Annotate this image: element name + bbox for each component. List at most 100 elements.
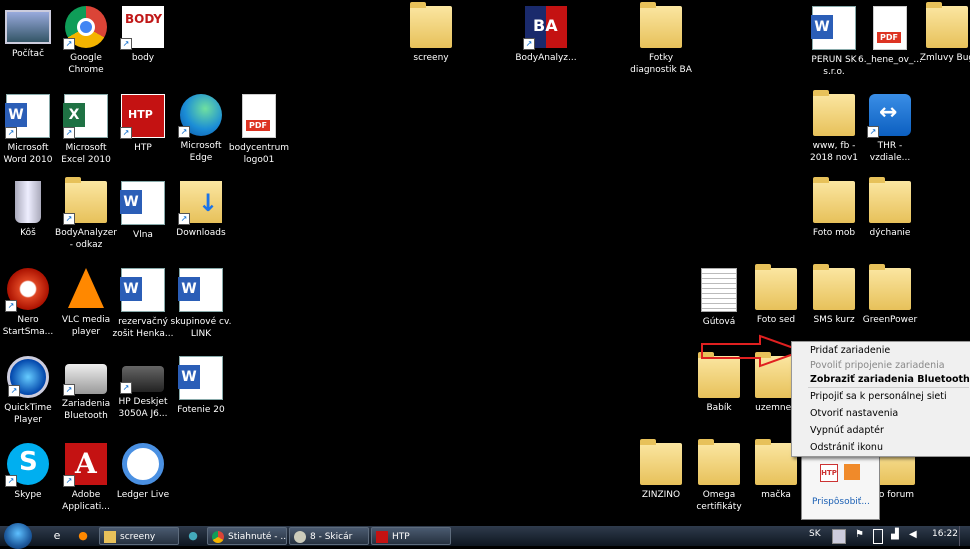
shortcut-arrow-icon: ↗: [120, 127, 132, 139]
desktop-icon-computer[interactable]: Počítač: [0, 6, 60, 60]
pdf-icon: [242, 94, 276, 138]
desktop-icon-zinzino[interactable]: ZINZINO: [629, 439, 693, 501]
desktop-icon-omega[interactable]: Omega certifikáty: [687, 439, 751, 513]
start-button[interactable]: [4, 523, 32, 549]
menu-item-show-bluetooth-devices[interactable]: Zobraziť zariadenia Bluetooth: [792, 372, 970, 387]
desktop-icon-fotky-diagnostik[interactable]: Fotky diagnostik BA: [629, 2, 693, 76]
show-desktop-button[interactable]: [959, 526, 970, 546]
taskbar-item-chrome[interactable]: Stiahnuté - ...: [207, 527, 287, 545]
icon-label: bodycentrum logo01: [228, 143, 290, 165]
show-hidden-icons-button[interactable]: [832, 529, 846, 544]
task-label: 8 - Skicár: [310, 532, 353, 542]
desktop-icon-bodyanalyzer-link[interactable]: ↗ BodyAnalyzer - odkaz: [54, 177, 118, 251]
desktop-icon-chrome[interactable]: ↗ Google Chrome: [54, 6, 118, 76]
shortcut-arrow-icon: ↗: [8, 385, 20, 397]
taskbar-item-paint[interactable]: 8 - Skicár: [289, 527, 369, 545]
desktop-icon-zmluvy[interactable]: Zmluvy Bug: [915, 2, 970, 64]
battery-icon[interactable]: [873, 529, 883, 544]
skype-icon: ↗: [5, 443, 49, 487]
folder-icon: [104, 531, 116, 543]
desktop-icon-dychanie[interactable]: dýchanie: [858, 177, 922, 239]
desktop-icon-ledger[interactable]: Ledger Live: [111, 443, 175, 501]
icon-label: www, fb - 2018 nov1: [809, 141, 859, 163]
shortcut-arrow-icon: ↗: [120, 382, 132, 394]
desktop-icon-screeny[interactable]: screeny: [399, 2, 463, 64]
icon-label: Omega certifikáty: [696, 490, 742, 512]
adobe-icon: ↗: [63, 443, 107, 487]
icon-label: QuickTime Player: [4, 403, 52, 425]
clock[interactable]: 16:22: [932, 529, 958, 539]
desktop-icon-www-fb[interactable]: www, fb - 2018 nov1: [802, 90, 866, 164]
desktop-icon-bluetooth-devices[interactable]: ↗ Zariadenia Bluetooth: [54, 356, 118, 422]
edge-pinned-icon[interactable]: ●: [184, 528, 202, 544]
volume-icon[interactable]: ◀: [909, 529, 921, 542]
icon-label: 6._hene_ov_...: [858, 55, 922, 65]
desktop-icon-foto-mob[interactable]: Foto mob: [802, 177, 866, 239]
desktop-icon-hp-deskjet[interactable]: ↗ HP Deskjet 3050A J6...: [111, 356, 175, 420]
shortcut-arrow-icon: ↗: [120, 38, 132, 50]
folder-icon: [869, 177, 911, 223]
menu-item-add-device[interactable]: Pridať zariadenie: [792, 342, 970, 359]
flag-icon[interactable]: ⚑: [855, 529, 867, 542]
desktop-icon-skupinove[interactable]: skupinové cv. LINK: [169, 268, 233, 340]
icon-label: Microsoft Word 2010: [3, 143, 53, 165]
desktop-icon-excel[interactable]: ↗ Microsoft Excel 2010: [54, 94, 118, 166]
icon-label: HP Deskjet 3050A J6...: [118, 397, 168, 419]
menu-item-turn-off-adapter[interactable]: Vypnúť adaptér: [792, 422, 970, 439]
desktop-icon-nero[interactable]: ↗ Nero StartSma...: [0, 268, 60, 338]
app-tray-icon[interactable]: [844, 464, 860, 480]
taskbar-item-htp[interactable]: HTP: [371, 527, 451, 545]
excel-icon: ↗: [63, 94, 108, 139]
icon-label: Počítač: [11, 49, 45, 59]
shortcut-arrow-icon: ↗: [63, 475, 75, 487]
desktop-icon-rezervacny[interactable]: rezervačný zošit Henka...: [111, 268, 175, 340]
taskbar-item-screeny[interactable]: screeny: [99, 527, 179, 545]
desktop-icon-downloads[interactable]: ↗ Downloads: [169, 181, 233, 239]
htp-icon: [376, 531, 388, 543]
htp-tray-icon[interactable]: HTP: [820, 464, 838, 482]
firefox-icon[interactable]: ●: [74, 528, 92, 544]
desktop-icon-vlna[interactable]: Vlna: [111, 181, 175, 241]
icon-label: Google Chrome: [68, 53, 104, 75]
icon-label: Ledger Live: [116, 490, 170, 500]
bluetooth-context-menu: Pridať zariadenie Povoliť pripojenie zar…: [791, 341, 970, 457]
desktop-icon-foto-sed[interactable]: Foto sed: [744, 264, 808, 326]
task-label: HTP: [392, 532, 410, 542]
desktop-icon-recycle-bin[interactable]: Kôš: [0, 181, 60, 239]
desktop-icon-sms-kurz[interactable]: SMS kurz: [802, 264, 866, 326]
desktop-icon-vlc[interactable]: VLC media player: [54, 268, 118, 338]
desktop-icon-quicktime[interactable]: ↗ QuickTime Player: [0, 356, 60, 426]
network-icon[interactable]: ▟: [891, 529, 903, 542]
word-icon: [178, 268, 223, 312]
language-indicator[interactable]: SK: [809, 529, 821, 539]
teamviewer-icon: ↗: [867, 94, 911, 138]
shortcut-arrow-icon: ↗: [63, 384, 75, 396]
folder-icon: [869, 264, 911, 310]
menu-item-remove-icon[interactable]: Odstrániť ikonu: [792, 439, 970, 456]
desktop-icon-bodycentrum-logo[interactable]: bodycentrum logo01: [227, 94, 291, 166]
desktop-icon-word[interactable]: ↗ Microsoft Word 2010: [0, 94, 60, 166]
desktop-icon-hene-pdf[interactable]: 6._hene_ov_...: [858, 6, 922, 66]
taskbar: e ● screeny ● Stiahnuté - ... 8 - Skicár…: [0, 523, 970, 549]
menu-item-open-settings[interactable]: Otvoriť nastavenia: [792, 405, 970, 422]
icon-label: dýchanie: [869, 228, 911, 238]
icon-label: SMS kurz: [813, 315, 855, 325]
desktop-icon-gutova[interactable]: Gútová: [687, 268, 751, 328]
customize-link[interactable]: Prispôsobiť...: [812, 497, 870, 507]
desktop-icon-greenpower[interactable]: GreenPower: [858, 264, 922, 326]
desktop-icon-bodyanalyzer[interactable]: ↗ BodyAnalyz...: [514, 6, 578, 64]
bodycentrum-icon: ↗: [120, 6, 164, 50]
desktop-icon-edge[interactable]: ↗ Microsoft Edge: [169, 94, 233, 164]
shortcut-arrow-icon: ↗: [63, 213, 75, 225]
word-icon: [178, 356, 223, 400]
desktop-icon-skype[interactable]: ↗ Skype: [0, 443, 60, 501]
menu-item-join-pan[interactable]: Pripojiť sa k personálnej sieti: [792, 388, 970, 405]
desktop-icon-fotenie[interactable]: Fotenie 20: [169, 356, 233, 416]
desktop-icon-htp[interactable]: ↗ HTP: [111, 94, 175, 154]
desktop-icon-perun[interactable]: PERUN SK s.r.o.: [802, 6, 866, 78]
desktop-icon-thr[interactable]: ↗ THR - vzdiale...: [858, 94, 922, 164]
desktop-icon-body[interactable]: ↗ body: [111, 6, 175, 64]
ie-icon[interactable]: e: [48, 528, 66, 544]
desktop-icon-adobe[interactable]: ↗ Adobe Applicati...: [54, 443, 118, 513]
paint-icon: [294, 531, 306, 543]
